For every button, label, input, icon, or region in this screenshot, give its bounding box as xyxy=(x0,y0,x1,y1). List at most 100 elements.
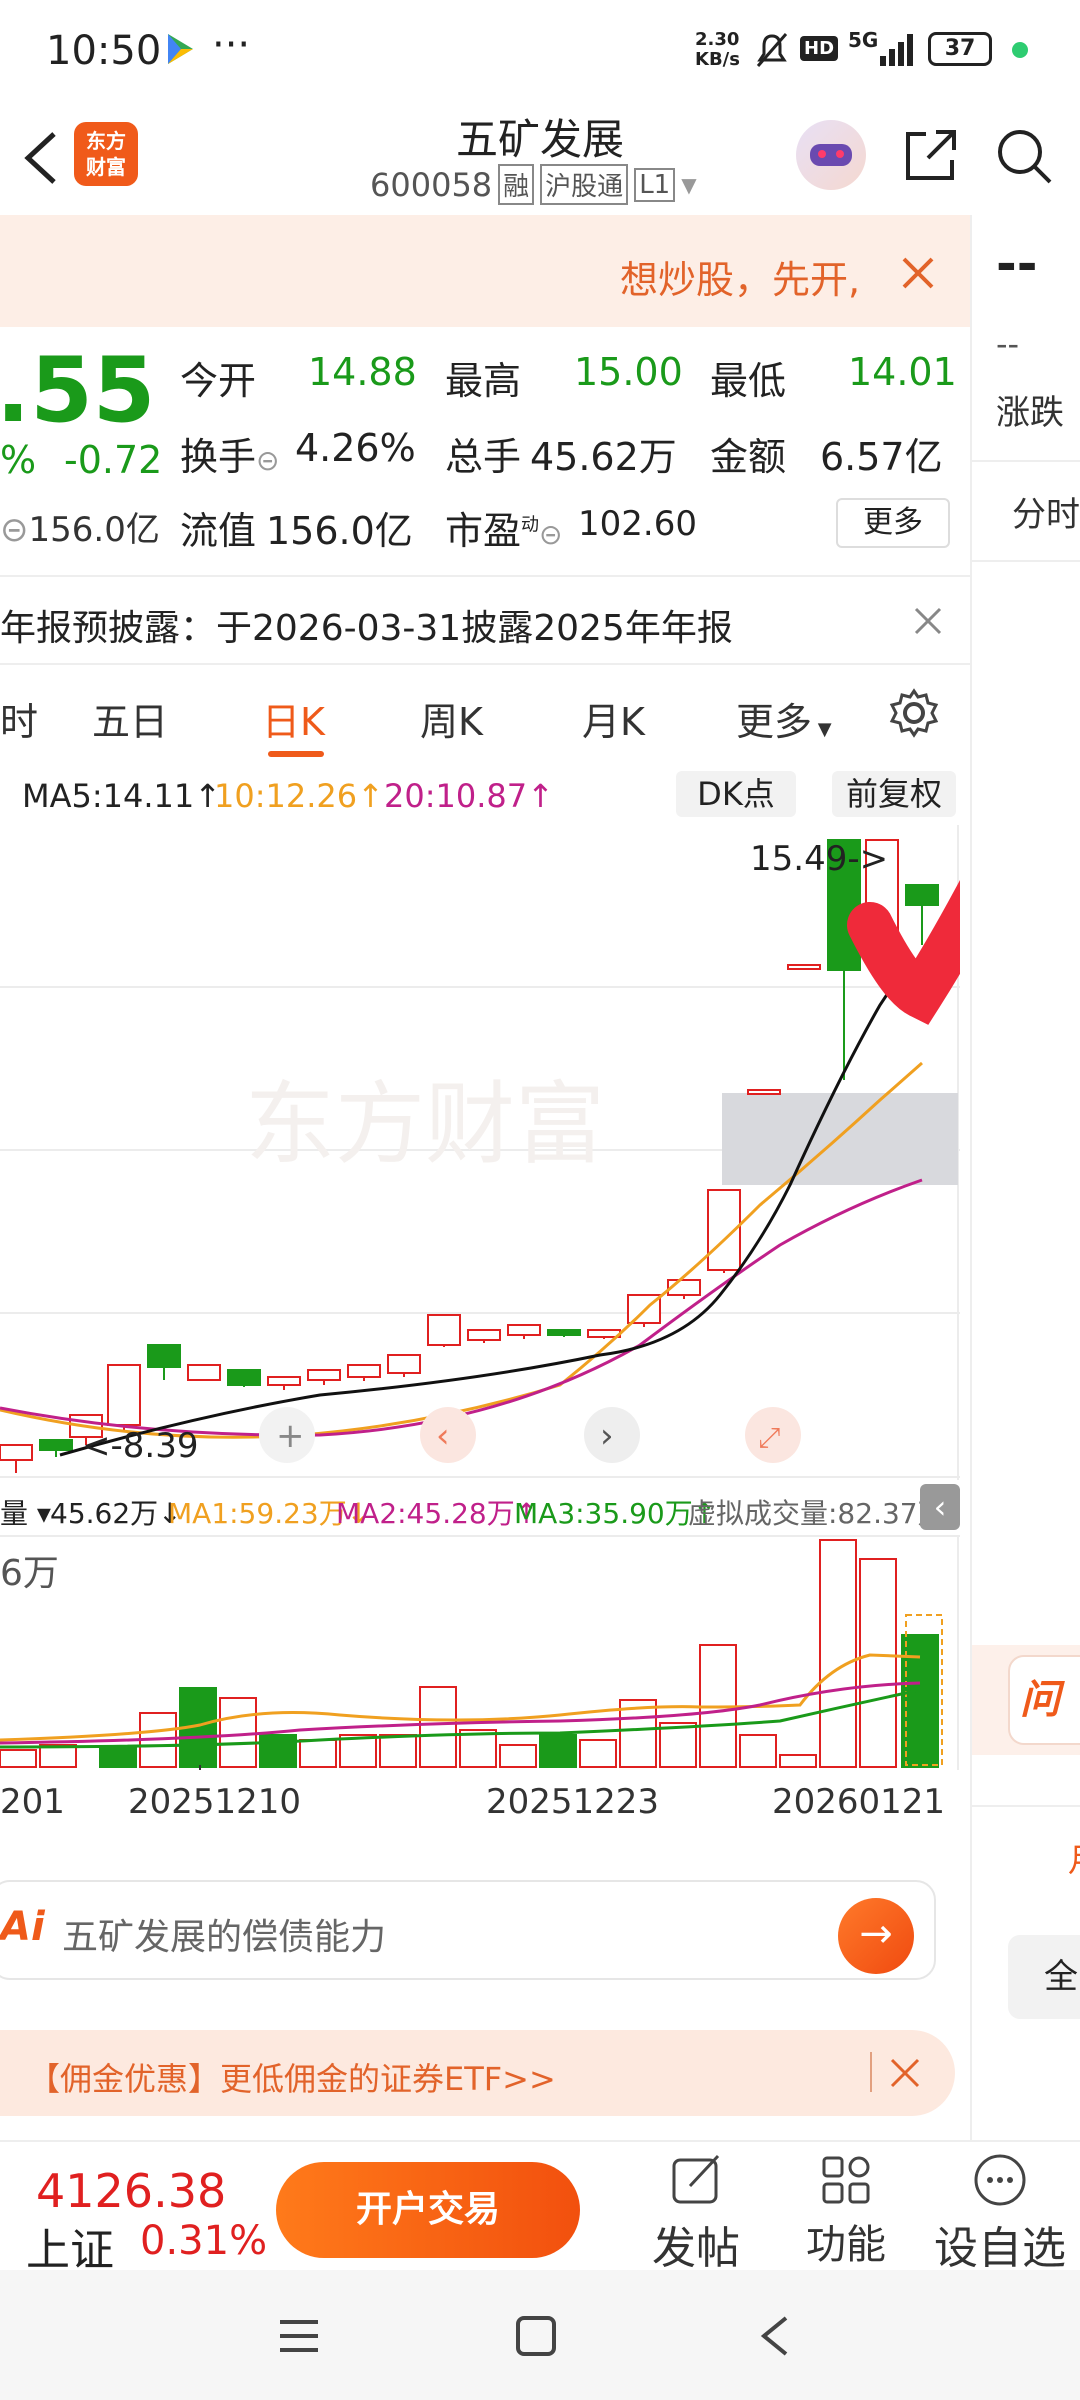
side-tab-intraday[interactable]: 分时 xyxy=(1012,487,1080,536)
ai-question-text: 五矿发展的偿债能力 xyxy=(62,1917,387,1958)
tab-daily-k[interactable]: 日K xyxy=(262,691,325,746)
share-icon[interactable] xyxy=(900,126,960,186)
side-button[interactable]: 全 xyxy=(1008,1935,1080,2019)
adjust-price-button[interactable]: 前复权 xyxy=(832,771,956,817)
candle xyxy=(39,1439,73,1451)
back-triangle-icon[interactable] xyxy=(756,2314,792,2358)
hgt-badge: 沪股通 xyxy=(540,164,629,205)
level-badge: L1 xyxy=(634,167,676,202)
ai-question-box[interactable]: Ai 五矿发展的偿债能力 → xyxy=(0,1880,940,1980)
post-label: 发帖 xyxy=(652,2223,740,2274)
candle xyxy=(227,1369,261,1386)
candle xyxy=(307,1369,341,1381)
candle xyxy=(547,1329,581,1336)
volume-indicator-bar: 量 ▾ 45.62万↓ MA1:59.23万↓ MA2:45.28万↑ MA3:… xyxy=(0,1480,960,1535)
svg-text:+: + xyxy=(276,1416,305,1456)
collapse-panel-icon[interactable]: ‹ xyxy=(920,1484,960,1530)
ma5-value: MA5:14.11↑ xyxy=(22,777,222,815)
turnover-label: 换手⊝ xyxy=(180,435,280,479)
home-square-icon[interactable] xyxy=(514,2314,558,2358)
mute-bell-icon xyxy=(756,33,788,67)
volume-bar xyxy=(539,1734,577,1768)
robot-avatar-icon[interactable] xyxy=(796,120,866,190)
caret-down-icon[interactable]: ▼ xyxy=(681,173,696,197)
candle xyxy=(107,1364,141,1426)
back-arrow-icon[interactable] xyxy=(20,130,60,186)
open-value: 14.88 xyxy=(308,350,417,394)
candle xyxy=(187,1364,221,1381)
high-value: 15.00 xyxy=(574,350,683,394)
dk-point-button[interactable]: DK点 xyxy=(676,771,796,817)
candle xyxy=(427,1314,461,1346)
margin-badge: 融 xyxy=(498,164,535,205)
settings-gear-icon[interactable] xyxy=(888,687,940,739)
tab-five-day[interactable]: 五日 xyxy=(92,691,168,746)
net-speed: 2.30 KB/s xyxy=(695,29,740,70)
promo-banner[interactable]: 想炒股，先开, xyxy=(0,215,970,327)
stock-code: 600058 xyxy=(370,165,493,204)
arrow-right-icon[interactable]: → xyxy=(838,1898,914,1974)
candle xyxy=(507,1324,541,1336)
index-percent: 0.31% xyxy=(140,2218,268,2264)
volume-svg: 6万 xyxy=(0,1535,960,1770)
volume-bar xyxy=(0,1749,37,1768)
more-button[interactable]: 更多 xyxy=(836,498,950,548)
change-percent: % xyxy=(0,438,37,482)
tab-intraday[interactable]: 时 xyxy=(0,691,38,746)
candle xyxy=(467,1329,501,1341)
search-icon[interactable] xyxy=(994,126,1054,186)
tab-more[interactable]: 更多 ▼ xyxy=(736,691,832,746)
svg-text:›: › xyxy=(600,1416,614,1456)
add-watchlist-button[interactable]: 设自选 xyxy=(930,2152,1070,2276)
volume-label[interactable]: 量 ▾ xyxy=(0,1492,51,1532)
highlight-zone xyxy=(722,1093,958,1185)
amount-label: 金额 xyxy=(710,435,787,479)
volume-chart[interactable]: 6万 xyxy=(0,1535,960,1770)
candle xyxy=(147,1344,181,1368)
volume-bar xyxy=(379,1734,417,1768)
close-icon[interactable] xyxy=(900,255,936,291)
page-title: 五矿发展 xyxy=(455,115,624,164)
wen-icon[interactable]: 问 xyxy=(1008,1655,1080,1745)
close-icon[interactable] xyxy=(888,2056,922,2090)
close-icon[interactable] xyxy=(912,605,944,637)
ma-indicator-bar: MA5:14.11↑ 10:12.26↑ 20:10.87↑ DK点 前复权 xyxy=(0,765,970,825)
ai-label: Ai xyxy=(0,1904,45,1950)
green-dot-icon xyxy=(1012,42,1028,58)
promo-text: 想炒股，先开, xyxy=(620,258,861,302)
tab-monthly-k[interactable]: 月K xyxy=(582,691,645,746)
status-more-dots: ··· xyxy=(212,22,251,68)
float-cap-label: 流值 xyxy=(180,509,257,553)
menu-icon[interactable] xyxy=(276,2316,322,2356)
tab-weekly-k[interactable]: 周K xyxy=(420,691,483,746)
chart-watermark: 东方财富 xyxy=(245,1072,605,1177)
date-label: 20260121 xyxy=(772,1782,946,1822)
candle xyxy=(0,1444,33,1461)
float-cap-value: 156.0亿 xyxy=(266,509,413,553)
volume-bar xyxy=(499,1744,537,1768)
candle xyxy=(787,964,821,970)
app-logo[interactable]: 东方 财富 xyxy=(74,122,138,186)
volume-bar xyxy=(219,1697,257,1768)
open-account-trade-button[interactable]: 开户交易 xyxy=(276,2162,580,2258)
side-dash-small: -- xyxy=(996,325,1020,363)
candlestick-chart[interactable]: 东方财富 15.49-> <-8.39 + ‹ › ⤢ xyxy=(0,682,1080,1480)
svg-text:‹: ‹ xyxy=(436,1416,450,1456)
kline-tabs: 时 五日 日K 周K 月K 更多 ▼ xyxy=(0,665,970,765)
market-cap-partial: ⊝156.0亿 xyxy=(0,510,160,550)
function-button[interactable]: 功能 xyxy=(800,2152,892,2270)
current-price: .55 xyxy=(0,338,156,443)
ma10-value: 10:12.26↑ xyxy=(214,777,384,815)
quote-panel: .55 % -0.72 ⊝156.0亿 今开 14.88 最高 15.00 最低… xyxy=(0,330,970,575)
candle xyxy=(747,1089,781,1095)
vol-ma3: MA3:35.90万↑ xyxy=(514,1497,717,1530)
candle xyxy=(387,1354,421,1374)
date-label: 201 xyxy=(0,1782,65,1822)
virtual-volume: 虚拟成交量:82.37万 xyxy=(688,1497,946,1530)
notice-bar[interactable]: 年报预披露：于2026-03-31披露2025年年报 xyxy=(0,575,970,665)
volume-bar xyxy=(299,1739,337,1768)
volume-bar xyxy=(419,1686,457,1768)
post-button[interactable]: 发帖 xyxy=(650,2152,742,2276)
high-label: 最高 xyxy=(445,359,522,403)
commission-ad-banner[interactable]: 【佣金优惠】更低佣金的证券ETF>> xyxy=(0,2030,955,2116)
